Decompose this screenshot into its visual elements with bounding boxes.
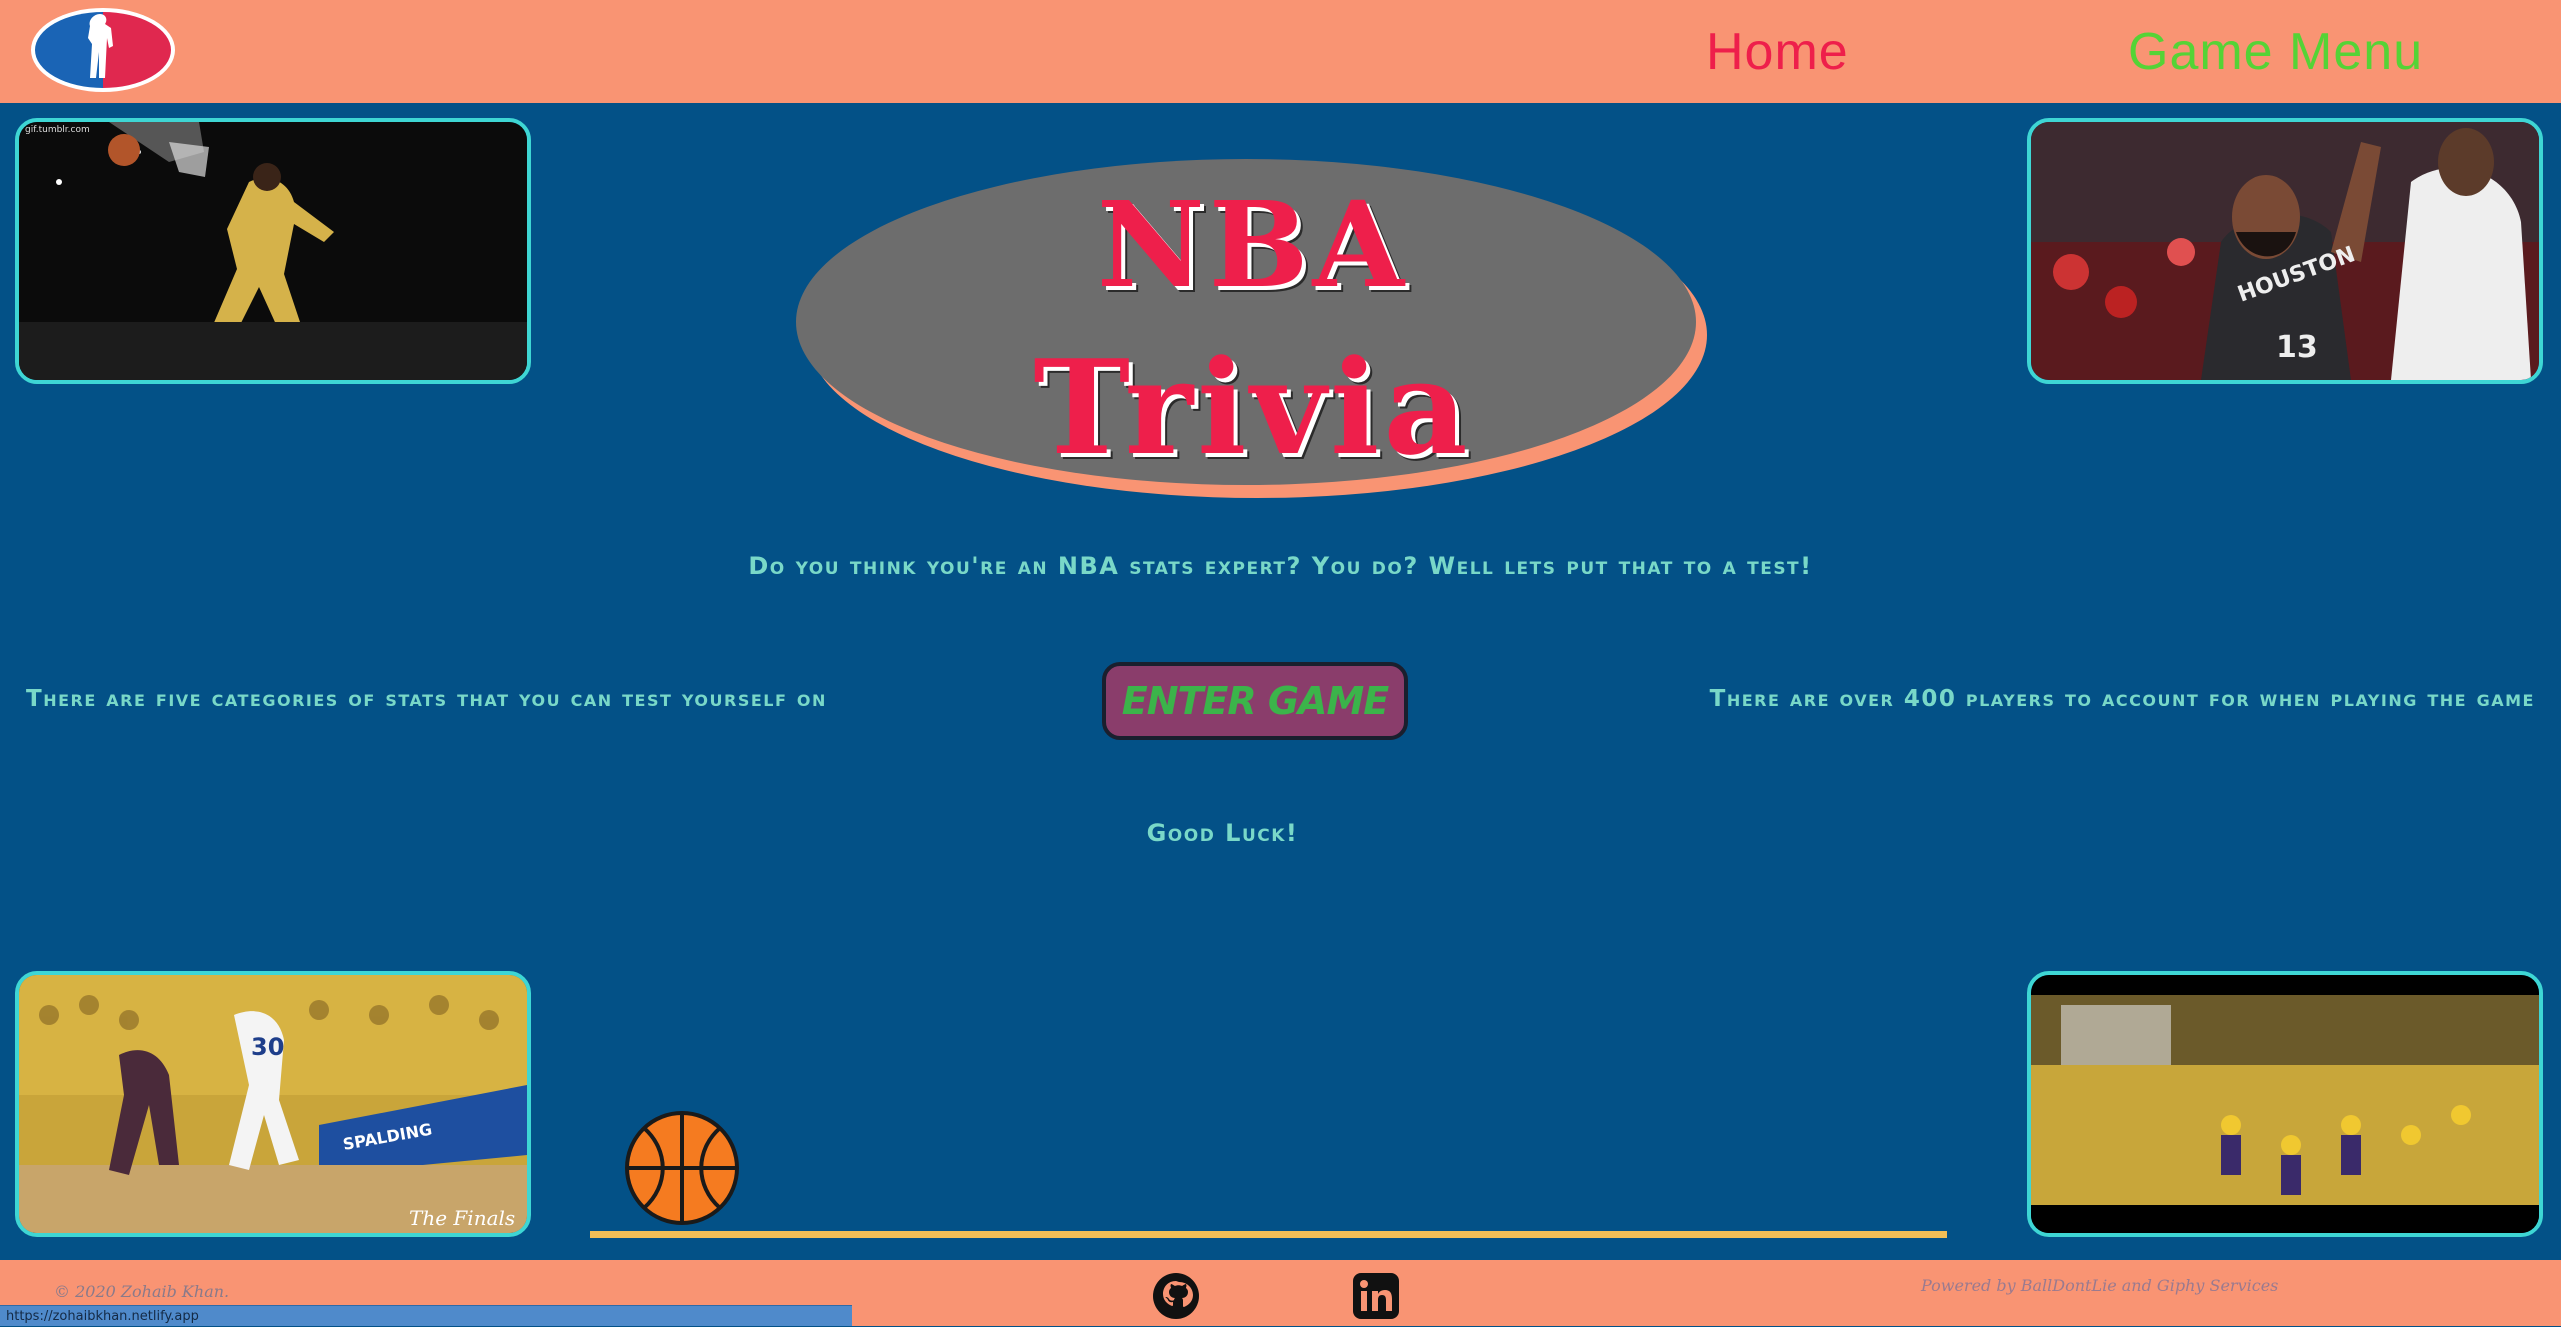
lakers-gif-image — [2027, 971, 2543, 1237]
title-trivia: Trivia — [1033, 331, 1472, 484]
nav-home-link[interactable]: Home — [1706, 22, 1849, 82]
browser-status-url: https://zohaibkhan.netlify.app — [0, 1305, 852, 1326]
good-luck-text: Good Luck! — [1146, 819, 1299, 847]
copyright-text: © 2020 Zohaib Khan. — [54, 1282, 230, 1301]
jersey-number-text: 30 — [251, 1033, 284, 1061]
title-nba: NBA — [1096, 175, 1409, 314]
github-icon[interactable] — [1152, 1272, 1200, 1320]
gif-watermark: gif.tumblr.com — [25, 125, 90, 135]
basketball-icon — [624, 1110, 740, 1226]
jersey-number-text: 13 — [2276, 330, 2318, 365]
intro-text: Do you think you're an NBA stats expert?… — [748, 552, 1813, 580]
finals-logo-text: The Finals — [409, 1206, 515, 1230]
court-floor-line — [590, 1231, 1947, 1238]
nba-logo-icon[interactable] — [28, 6, 178, 94]
header-bar: Home Game Menu — [0, 0, 2561, 103]
players-info-text: There are over 400 players to account fo… — [1709, 686, 2535, 712]
categories-info-text: There are five categories of stats that … — [26, 686, 827, 712]
harden-gif-image: HOUSTON 13 — [2027, 118, 2543, 384]
enter-game-button[interactable]: ENTER GAME — [1102, 662, 1408, 740]
hero-title-badge: NBA Trivia — [795, 155, 1710, 500]
linkedin-icon[interactable] — [1352, 1272, 1400, 1320]
finals-gif-image: 30 SPALDING The Finals — [15, 971, 531, 1237]
dunk-gif-image: gif.tumblr.com — [15, 118, 531, 384]
nav-game-menu-link[interactable]: Game Menu — [2128, 22, 2423, 82]
powered-by-text: Powered by BallDontLie and Giphy Service… — [1921, 1276, 2279, 1295]
